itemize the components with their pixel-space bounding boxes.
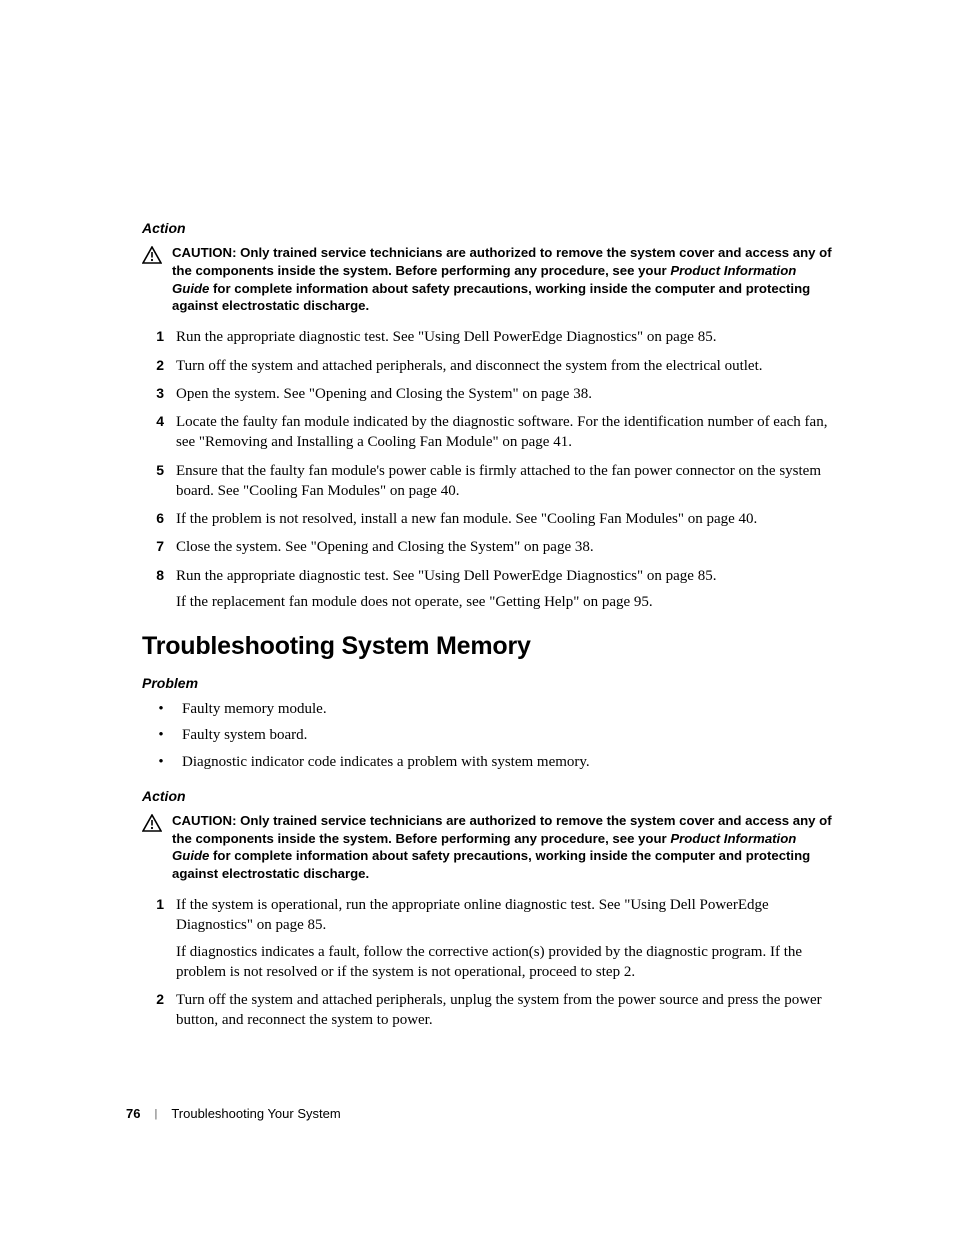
step-text: Locate the faulty fan module indicated b…: [176, 412, 836, 453]
chapter-title: Troubleshooting Your System: [171, 1106, 340, 1121]
caution-text-2: CAUTION: Only trained service technician…: [172, 812, 836, 883]
step-number: 7: [142, 537, 164, 557]
step-extra: If diagnostics indicates a fault, follow…: [176, 942, 836, 983]
step-text: Ensure that the faulty fan module's powe…: [176, 461, 836, 502]
page-number: 76: [126, 1106, 140, 1121]
step-item: 3 Open the system. See "Opening and Closi…: [142, 384, 836, 404]
problem-text: Faulty system board.: [182, 725, 307, 745]
caution-body-b: for complete information about safety pr…: [172, 848, 810, 881]
step-text: Close the system. See "Opening and Closi…: [176, 537, 836, 557]
step-item: 2 Turn off the system and attached periph…: [142, 990, 836, 1031]
footer-separator: |: [154, 1108, 157, 1120]
step-item: 7 Close the system. See "Opening and Clos…: [142, 537, 836, 557]
bullet-icon: •: [150, 752, 172, 772]
step-number: 1: [142, 895, 164, 982]
step-number: 2: [142, 990, 164, 1031]
step-text: Turn off the system and attached periphe…: [176, 990, 836, 1031]
action-subhead-2: Action: [142, 788, 836, 804]
step-body: Run the appropriate diagnostic test. See…: [176, 566, 836, 613]
caution-icon: [142, 814, 162, 837]
step-item: 5 Ensure that the faulty fan module's pow…: [142, 461, 836, 502]
step-number: 2: [142, 356, 164, 376]
caution-text-1: CAUTION: Only trained service technician…: [172, 244, 836, 315]
problem-list: • Faulty memory module. • Faulty system bo…: [142, 699, 836, 772]
caution-body-b: for complete information about safety pr…: [172, 281, 810, 314]
bullet-icon: •: [150, 725, 172, 745]
step-item: 8 Run the appropriate diagnostic test. Se…: [142, 566, 836, 613]
step-item: 1 Run the appropriate diagnostic test. Se…: [142, 327, 836, 347]
problem-text: Diagnostic indicator code indicates a pr…: [182, 752, 590, 772]
step-number: 3: [142, 384, 164, 404]
problem-subhead: Problem: [142, 675, 836, 691]
page-footer: 76 | Troubleshooting Your System: [126, 1106, 341, 1121]
step-text: Run the appropriate diagnostic test. See…: [176, 568, 716, 584]
action-steps-2: 1 If the system is operational, run the a…: [142, 895, 836, 1031]
step-text: Open the system. See "Opening and Closin…: [176, 384, 836, 404]
list-item: • Diagnostic indicator code indicates a p…: [142, 752, 836, 772]
caution-label: CAUTION:: [172, 245, 236, 260]
caution-label: CAUTION:: [172, 813, 236, 828]
action-subhead-1: Action: [142, 220, 836, 236]
caution-icon: [142, 246, 162, 269]
step-text: Run the appropriate diagnostic test. See…: [176, 327, 836, 347]
step-number: 6: [142, 509, 164, 529]
caution-block-2: CAUTION: Only trained service technician…: [142, 812, 836, 883]
step-item: 1 If the system is operational, run the a…: [142, 895, 836, 982]
caution-block-1: CAUTION: Only trained service technician…: [142, 244, 836, 315]
step-number: 4: [142, 412, 164, 453]
section-heading: Troubleshooting System Memory: [142, 632, 836, 661]
bullet-icon: •: [150, 699, 172, 719]
step-number: 5: [142, 461, 164, 502]
problem-text: Faulty memory module.: [182, 699, 327, 719]
step-body: If the system is operational, run the ap…: [176, 895, 836, 982]
step-item: 4 Locate the faulty fan module indicated …: [142, 412, 836, 453]
step-number: 8: [142, 566, 164, 613]
step-extra: If the replacement fan module does not o…: [176, 592, 836, 612]
step-item: 2 Turn off the system and attached periph…: [142, 356, 836, 376]
step-item: 6 If the problem is not resolved, install…: [142, 509, 836, 529]
step-text: Turn off the system and attached periphe…: [176, 356, 836, 376]
step-number: 1: [142, 327, 164, 347]
list-item: • Faulty memory module.: [142, 699, 836, 719]
step-text: If the problem is not resolved, install …: [176, 509, 836, 529]
page-content: Action CAUTION: Only trained service tec…: [0, 0, 954, 1031]
action-steps-1: 1 Run the appropriate diagnostic test. Se…: [142, 327, 836, 612]
step-text: If the system is operational, run the ap…: [176, 897, 769, 933]
list-item: • Faulty system board.: [142, 725, 836, 745]
